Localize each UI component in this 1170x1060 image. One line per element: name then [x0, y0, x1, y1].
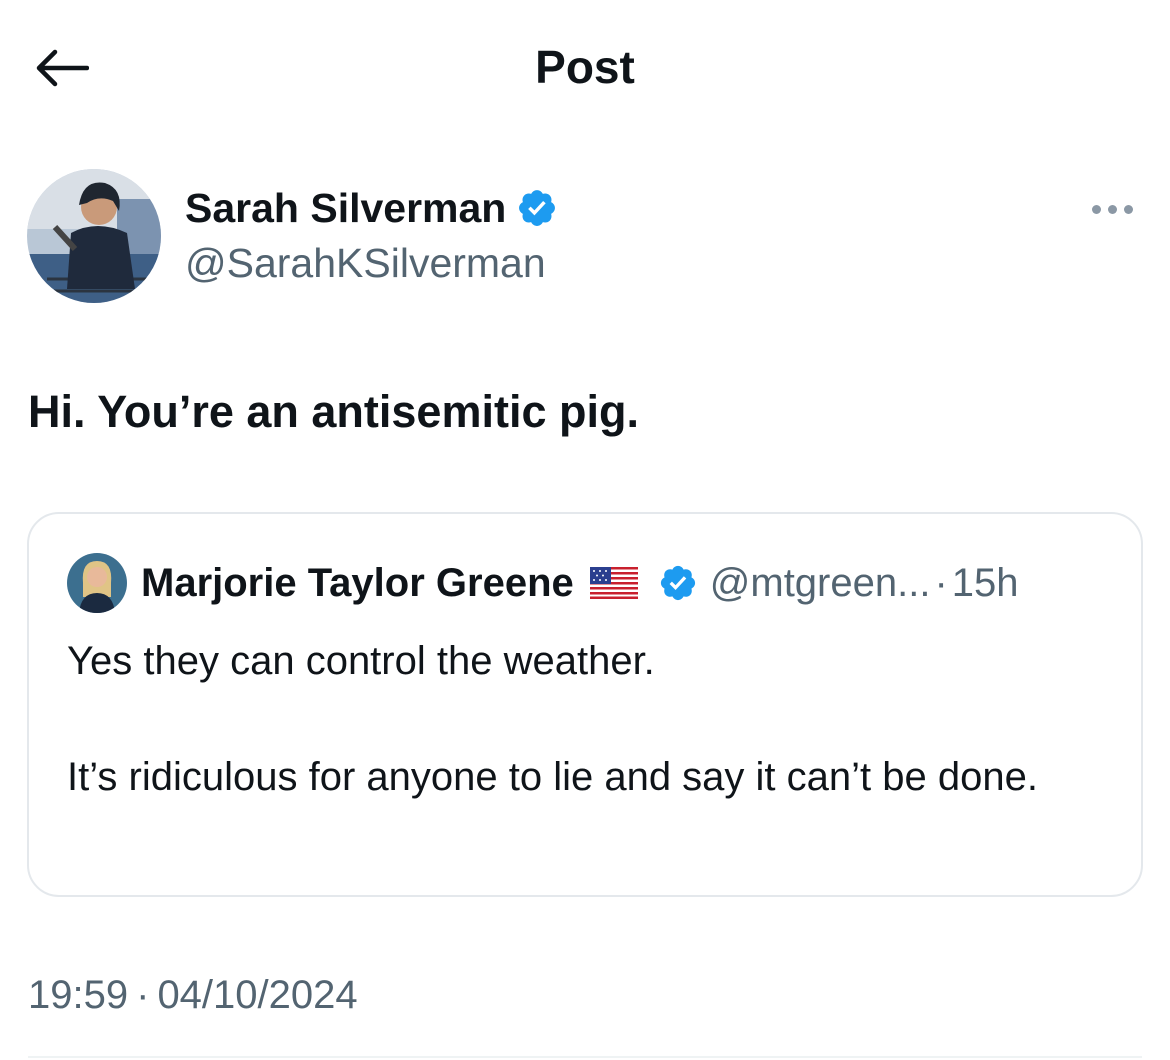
- post-time: 19:59: [28, 973, 129, 1017]
- post-timestamp[interactable]: 19:59 · 04/10/2024: [28, 970, 358, 1020]
- quoted-paragraph: It’s ridiculous for anyone to lie and sa…: [67, 755, 1038, 799]
- divider: [28, 1056, 1142, 1058]
- verified-badge-icon: [519, 190, 556, 226]
- post-date: 04/10/2024: [157, 973, 358, 1017]
- quoted-post[interactable]: Marjorie Taylor Greene @mtgreen... · 15h…: [27, 512, 1143, 897]
- page-title: Post: [535, 41, 635, 93]
- post-page: Post Sarah Silverman @SarahKSilverman Hi…: [0, 0, 1170, 1060]
- author-handle[interactable]: @SarahKSilverman: [185, 238, 546, 288]
- quoted-avatar-image: [67, 553, 127, 613]
- us-flag-icon: [589, 567, 638, 599]
- more-options-button[interactable]: [1082, 192, 1142, 226]
- post-text: Hi. You’re an antisemitic pig.: [28, 386, 639, 437]
- quoted-post-text: Yes they can control the weather. It’s r…: [67, 632, 1107, 806]
- verified-badge-icon: [658, 563, 698, 603]
- author-name-row: Sarah Silverman: [185, 183, 558, 233]
- quoted-separator: ·: [934, 560, 948, 605]
- quoted-paragraph: Yes they can control the weather.: [67, 639, 655, 683]
- quoted-author-name: Marjorie Taylor Greene: [141, 561, 574, 605]
- quoted-author-handle: @mtgreen...: [709, 561, 931, 605]
- author-name[interactable]: Sarah Silverman: [185, 183, 506, 233]
- quoted-header: Marjorie Taylor Greene @mtgreen... · 15h: [141, 558, 1019, 608]
- timestamp-separator: ·: [136, 973, 150, 1017]
- quoted-author-avatar: [67, 553, 127, 613]
- more-horizontal-icon: [1091, 204, 1133, 214]
- author-avatar[interactable]: [27, 169, 161, 303]
- quoted-post-age: 15h: [951, 561, 1019, 605]
- avatar-image: [27, 169, 161, 303]
